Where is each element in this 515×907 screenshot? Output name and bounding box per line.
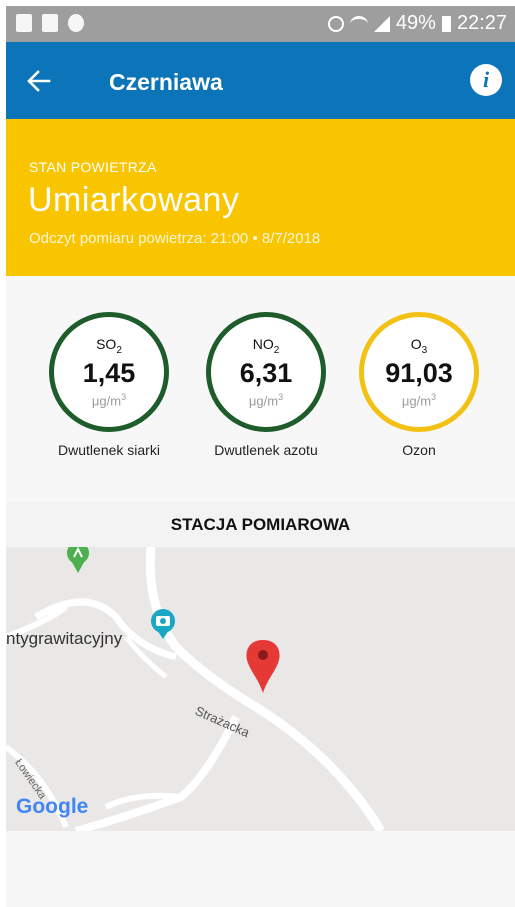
info-icon: i (482, 67, 490, 92)
pollutant-readings: SO2 1,45 μg/m3 Dwutlenek siarki NO2 6,31… (6, 276, 515, 502)
reading-unit: μg/m3 (401, 391, 437, 409)
reading-o3[interactable]: O3 91,03 μg/m3 Ozon (349, 312, 489, 458)
arrow-left-icon (27, 70, 51, 92)
battery-icon (441, 15, 451, 32)
wifi-icon (349, 15, 368, 32)
reading-formula: NO2 (252, 335, 280, 356)
status-bar: 49% 22:27 (6, 6, 515, 42)
reading-gauge: NO2 6,31 μg/m3 (206, 312, 326, 432)
reading-value: 91,03 (385, 357, 453, 388)
battery-level: 49% (395, 12, 436, 34)
reading-name: Dwutlenek siarki (58, 442, 160, 458)
map-poi-label: ntygrawitacyjny (6, 629, 123, 648)
reading-formula: SO2 (96, 335, 122, 356)
system-status: 49% 22:27 (327, 12, 507, 35)
notification-icons (16, 14, 84, 32)
station-heading: STACJA POMIAROWA (6, 502, 515, 547)
air-quality-value: Umiarkowany (28, 181, 240, 219)
reading-formula: O3 (410, 335, 428, 356)
app-bar: Czerniawa i (6, 42, 515, 119)
app-screen: 49% 22:27 Czerniawa i STAN POWIETRZA Umi… (6, 6, 515, 907)
reading-gauge: SO2 1,45 μg/m3 (49, 312, 169, 432)
station-marker-icon[interactable] (246, 640, 280, 693)
measurement-time: Odczyt pomiaru powietrza: 21:00 • 8/7/20… (29, 230, 321, 247)
reading-unit: μg/m3 (91, 391, 127, 409)
reading-name: Dwutlenek azotu (214, 442, 318, 458)
bottom-area (6, 831, 515, 907)
gallery-notification-icon (16, 14, 32, 32)
air-quality-label: STAN POWIETRZA (29, 159, 157, 175)
reading-name: Ozon (402, 442, 436, 458)
map-poi-green-icon[interactable] (67, 547, 89, 573)
reading-so2[interactable]: SO2 1,45 μg/m3 Dwutlenek siarki (39, 312, 179, 458)
cloud-notification-icon (68, 14, 84, 32)
reading-value: 6,31 (239, 357, 293, 388)
google-logo: Google (16, 795, 89, 818)
reading-no2[interactable]: NO2 6,31 μg/m3 Dwutlenek azotu (196, 312, 336, 458)
reading-gauge: O3 91,03 μg/m3 (359, 312, 479, 432)
back-button[interactable] (22, 64, 56, 98)
app-notification-icon (42, 14, 58, 32)
clock: 22:27 (456, 12, 507, 34)
map-canvas (6, 547, 385, 831)
station-map[interactable]: ntygrawitacyjny Strażacka Łowiecka Googl… (6, 547, 515, 831)
reading-unit: μg/m3 (248, 391, 284, 409)
signal-icon (373, 15, 390, 32)
air-quality-banner: STAN POWIETRZA Umiarkowany Odczyt pomiar… (6, 119, 515, 276)
info-button[interactable]: i (470, 64, 502, 96)
reading-value: 1,45 (82, 357, 136, 388)
alarm-icon (327, 15, 344, 32)
page-title: Czerniawa (109, 69, 223, 95)
